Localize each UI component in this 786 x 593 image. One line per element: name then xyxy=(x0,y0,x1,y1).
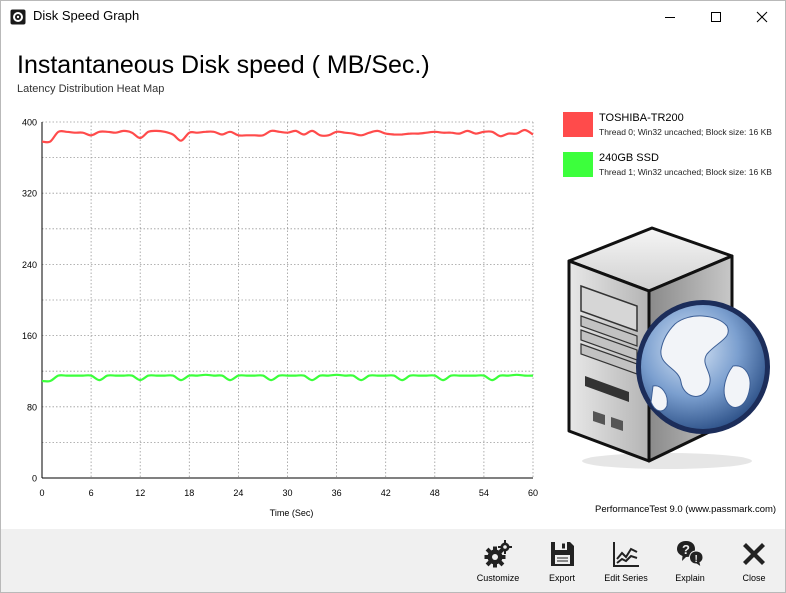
bottom-toolbar: Customize Export Edit Series ? ! Explain… xyxy=(1,529,785,592)
legend-series-detail: Thread 0; Win32 uncached; Block size: 16… xyxy=(599,127,772,137)
x-tick-label: 36 xyxy=(332,488,342,498)
minimize-icon xyxy=(665,16,675,18)
edit-series-label: Edit Series xyxy=(604,573,648,583)
explain-button[interactable]: ? ! Explain xyxy=(659,529,721,592)
x-tick-label: 48 xyxy=(430,488,440,498)
close-x-icon xyxy=(723,539,785,569)
app-logo-icon xyxy=(10,9,26,25)
maximize-icon xyxy=(711,11,721,22)
svg-text:?: ? xyxy=(682,542,690,557)
legend-swatch xyxy=(563,152,593,177)
legend-swatch xyxy=(563,112,593,137)
edit-series-button[interactable]: Edit Series xyxy=(595,529,657,592)
x-axis-title: Time (Sec) xyxy=(270,508,314,518)
x-tick-label: 18 xyxy=(184,488,194,498)
close-icon xyxy=(756,11,768,22)
x-tick-label: 60 xyxy=(528,488,538,498)
maximize-button[interactable] xyxy=(693,1,739,32)
window-title: Disk Speed Graph xyxy=(33,8,140,23)
y-tick-label: 400 xyxy=(22,118,37,128)
line-chart-icon xyxy=(595,539,657,569)
credit-text: PerformanceTest 9.0 (www.passmark.com) xyxy=(595,504,777,515)
x-tick-label: 0 xyxy=(39,488,44,498)
y-tick-label: 160 xyxy=(22,331,37,341)
customize-label: Customize xyxy=(476,573,520,583)
legend-series-name: TOSHIBA-TR200 xyxy=(599,112,684,124)
export-label: Export xyxy=(548,573,575,583)
x-tick-label: 6 xyxy=(89,488,94,498)
close-button[interactable]: Close xyxy=(723,529,785,592)
legend-series-name: 240GB SSD xyxy=(599,152,659,164)
minimize-button[interactable] xyxy=(647,1,693,32)
server-globe-icon xyxy=(567,226,770,469)
close-window-button[interactable] xyxy=(739,1,785,32)
x-tick-label: 42 xyxy=(381,488,391,498)
chart-heading: Instantaneous Disk speed ( MB/Sec.) xyxy=(17,51,430,79)
disk-speed-chart: 0 80 160 240 320 400 0 6 12 18 24 30 36 42 48 54 60 Time … xyxy=(22,118,538,519)
y-tick-label: 240 xyxy=(22,260,37,270)
explain-label: Explain xyxy=(675,573,705,583)
svg-text:!: ! xyxy=(695,554,698,565)
help-bubbles-icon: ? ! xyxy=(659,539,721,569)
x-tick-label: 54 xyxy=(479,488,489,498)
disk-speed-graph-window: Disk Speed Graph Instantaneous Disk spee… xyxy=(0,0,786,593)
close-label: Close xyxy=(742,573,766,583)
x-tick-label: 12 xyxy=(135,488,145,498)
y-tick-label: 0 xyxy=(32,474,37,484)
y-tick-label: 320 xyxy=(22,189,37,199)
gears-icon xyxy=(467,539,529,569)
x-tick-label: 30 xyxy=(282,488,292,498)
legend-series-detail: Thread 1; Win32 uncached; Block size: 16… xyxy=(599,167,772,177)
customize-button[interactable]: Customize xyxy=(467,529,529,592)
chart-subheading: Latency Distribution Heat Map xyxy=(17,83,165,95)
title-bar[interactable]: Disk Speed Graph xyxy=(1,1,785,32)
x-tick-label: 24 xyxy=(233,488,243,498)
y-tick-label: 80 xyxy=(27,402,37,412)
export-button[interactable]: Export xyxy=(531,529,593,592)
floppy-disk-icon xyxy=(531,539,593,569)
